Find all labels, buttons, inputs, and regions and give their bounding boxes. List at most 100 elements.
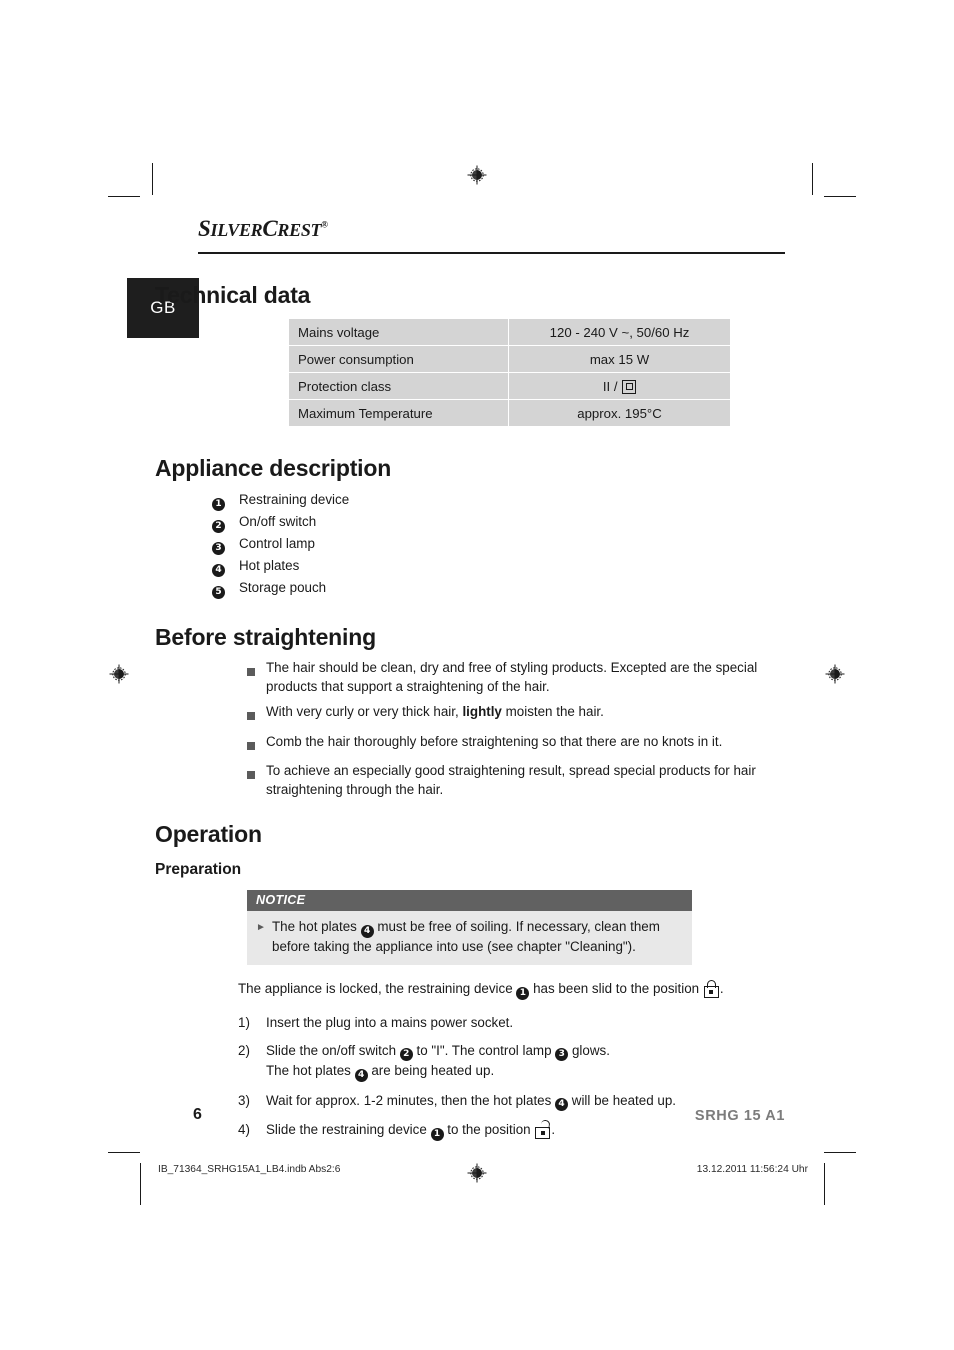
heading-appliance-description: Appliance description bbox=[155, 455, 392, 481]
step-fragment: are being heated up. bbox=[367, 1063, 495, 1079]
part-number-badge: 3 bbox=[212, 533, 239, 555]
crop-mark-bottom-right-horizontal bbox=[824, 1152, 856, 1153]
bullet-text-emphasis: lightly bbox=[462, 704, 502, 719]
section-technical-data: Technical data Mains voltage 120 - 240 V… bbox=[155, 282, 785, 427]
notice-box: NOTICE ► The hot plates 4 must be free o… bbox=[247, 890, 692, 965]
step-fragment: Slide the on/off switch bbox=[266, 1042, 400, 1058]
list-item: With very curly or very thick hair, ligh… bbox=[247, 703, 785, 726]
table-row: Mains voltage 120 - 240 V ~, 50/60 Hz bbox=[289, 319, 730, 345]
square-bullet bbox=[247, 762, 266, 785]
model-name: SRHG 15 A1 bbox=[694, 1108, 785, 1124]
logo-s: S bbox=[198, 216, 211, 241]
list-item: To achieve an especially good straighten… bbox=[247, 762, 785, 799]
list-item: 1 Restraining device bbox=[212, 489, 785, 511]
circled-number-icon: 1 bbox=[430, 1127, 444, 1141]
before-straightening-list: The hair should be clean, dry and free o… bbox=[155, 659, 785, 799]
crop-mark-bottom-left-vertical bbox=[140, 1163, 141, 1205]
heading-operation: Operation bbox=[155, 821, 262, 847]
header-rule bbox=[198, 252, 785, 254]
step-fragment: will be heated up. bbox=[568, 1092, 676, 1108]
arrow-right-icon: ► bbox=[256, 922, 266, 933]
section-operation: Operation Preparation NOTICE ► The hot p… bbox=[155, 821, 785, 1141]
square-bullet-icon bbox=[247, 771, 255, 779]
step-fragment: to "I". The control lamp bbox=[412, 1042, 556, 1058]
part-label: Storage pouch bbox=[239, 580, 327, 595]
crop-mark-top-left-vertical bbox=[152, 163, 153, 195]
square-bullet bbox=[247, 733, 266, 756]
imprint-file-name: IB_71364_SRHG15A1_LB4.indb Abs2:6 bbox=[158, 1164, 341, 1175]
step-index: 4) bbox=[238, 1122, 250, 1138]
step-fragment: to the position bbox=[443, 1122, 535, 1138]
bullet-text-after: moisten the hair. bbox=[501, 704, 604, 719]
bullet-text: To achieve an especially good straighten… bbox=[266, 763, 756, 797]
section-before-straightening: Before straightening The hair should be … bbox=[155, 624, 785, 799]
step-index: 2) bbox=[238, 1042, 250, 1058]
operation-steps-list: 1) Insert the plug into a mains power so… bbox=[155, 1013, 785, 1141]
bullet-text-before: With very curly or very thick hair, bbox=[266, 704, 463, 719]
list-item: 3 Control lamp bbox=[212, 533, 785, 555]
circled-number-icon: 4 bbox=[212, 563, 225, 577]
table-row: Power consumption max 15 W bbox=[289, 346, 730, 372]
page-number: 6 bbox=[193, 1106, 202, 1123]
list-item: 2) Slide the on/off switch 2 to "I". The… bbox=[238, 1041, 785, 1082]
circled-number-icon: 1 bbox=[212, 497, 225, 511]
crop-mark-top-left-horizontal bbox=[108, 196, 140, 197]
appliance-parts-list: 1 Restraining device 2 On/off switch 3 C… bbox=[155, 489, 785, 599]
crop-mark-top-right-horizontal bbox=[824, 196, 856, 197]
list-item: 2 On/off switch bbox=[212, 511, 785, 533]
part-number-badge: 1 bbox=[212, 489, 239, 511]
notice-text-before: The hot plates bbox=[272, 919, 361, 934]
square-bullet-icon bbox=[247, 712, 255, 720]
step-text: Slide the on/off switch 2 to "I". The co… bbox=[266, 1041, 785, 1082]
notice-title: NOTICE bbox=[247, 890, 692, 911]
padlock-closed-icon bbox=[703, 980, 719, 998]
step-fragment: glows. bbox=[568, 1042, 610, 1058]
circled-number-icon: 3 bbox=[212, 541, 225, 555]
table-cell-value: 120 - 240 V ~, 50/60 Hz bbox=[509, 319, 730, 345]
circled-number-icon: 5 bbox=[212, 585, 225, 599]
section-appliance-description: Appliance description 1 Restraining devi… bbox=[155, 455, 785, 599]
step-fragment: Slide the restraining device bbox=[266, 1122, 431, 1138]
lead-text-before: The appliance is locked, the restraining… bbox=[238, 981, 517, 996]
page-content: SILVERCREST® Technical data Mains voltag… bbox=[155, 210, 785, 1150]
step-fragment: Wait for approx. 1-2 minutes, then the h… bbox=[266, 1092, 556, 1108]
registration-mark-top bbox=[466, 164, 488, 186]
crop-mark-bottom-right-vertical bbox=[824, 1163, 825, 1205]
step-fragment: The hot plates bbox=[266, 1063, 355, 1079]
part-number-badge: 4 bbox=[212, 555, 239, 577]
silvercrest-logo: SILVERCREST® bbox=[198, 216, 328, 242]
step-fragment: . bbox=[551, 1122, 556, 1138]
square-bullet-icon bbox=[247, 668, 255, 676]
bullet-text: Comb the hair thoroughly before straight… bbox=[266, 733, 723, 749]
technical-data-table: Mains voltage 120 - 240 V ~, 50/60 Hz Po… bbox=[288, 318, 731, 427]
logo-c: C bbox=[262, 216, 278, 241]
bullet-text: The hair should be clean, dry and free o… bbox=[266, 660, 758, 694]
registration-mark-right bbox=[824, 663, 846, 685]
circled-number-icon: 4 bbox=[555, 1098, 569, 1112]
list-item: The hair should be clean, dry and free o… bbox=[247, 659, 785, 696]
part-label: Hot plates bbox=[239, 558, 300, 573]
circled-number-icon: 4 bbox=[354, 1068, 368, 1082]
protection-class-text: II / bbox=[602, 378, 622, 394]
table-cell-key: Mains voltage bbox=[289, 319, 508, 345]
part-label: Control lamp bbox=[239, 536, 315, 551]
notice-body: ► The hot plates 4 must be free of soili… bbox=[247, 911, 692, 965]
crop-mark-bottom-left-horizontal bbox=[108, 1152, 140, 1153]
registration-mark-left bbox=[108, 663, 130, 685]
table-cell-key: Power consumption bbox=[289, 346, 508, 372]
circled-number-icon: 3 bbox=[555, 1048, 569, 1062]
lead-text-mid: has been slid to the position bbox=[529, 981, 703, 996]
part-label: Restraining device bbox=[239, 492, 350, 507]
heading-technical-data: Technical data bbox=[155, 282, 311, 308]
crop-mark-top-right-vertical bbox=[812, 163, 813, 195]
table-cell-key: Protection class bbox=[289, 373, 508, 399]
table-cell-value: max 15 W bbox=[509, 346, 730, 372]
logo-ilver: ILVER bbox=[210, 220, 263, 240]
step-text: Insert the plug into a mains power socke… bbox=[266, 1014, 514, 1030]
table-row: Protection class II / bbox=[289, 373, 730, 399]
table-cell-value: approx. 195°C bbox=[509, 400, 730, 426]
list-item: 1) Insert the plug into a mains power so… bbox=[238, 1013, 785, 1032]
table-row: Maximum Temperature approx. 195°C bbox=[289, 400, 730, 426]
step-index: 1) bbox=[238, 1014, 250, 1030]
padlock-open-icon bbox=[535, 1119, 551, 1140]
